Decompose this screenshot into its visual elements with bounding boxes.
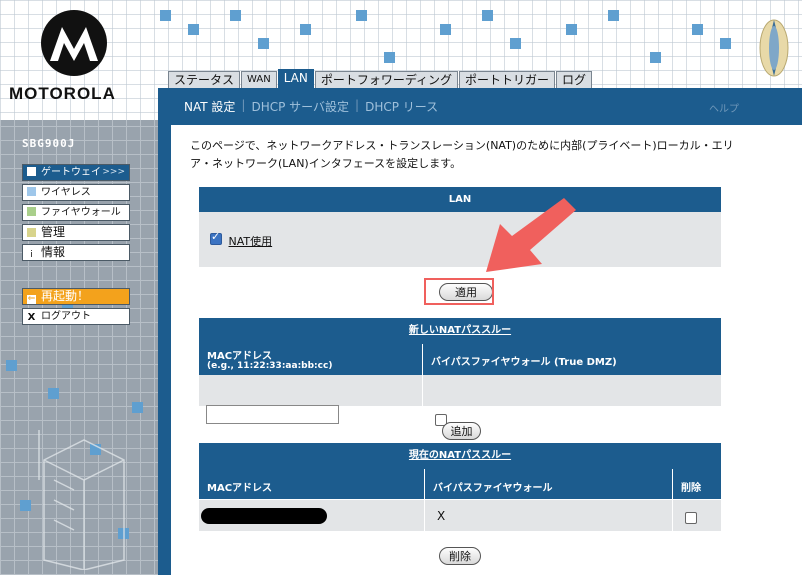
sidebar-item-label: 再起動！	[41, 289, 90, 303]
sidebar-item-firewall[interactable]: ファイヤウォール	[22, 204, 130, 221]
new-passthrough-section: 新しいNATパススルー MACアドレス (e.g., 11:22:33:aa:b…	[199, 318, 721, 426]
sidebar-item-info[interactable]: i 情報	[22, 244, 130, 261]
sidebar-item-label: 管理	[41, 225, 66, 239]
row-delete-checkbox[interactable]	[685, 512, 697, 524]
help-link[interactable]: ヘルプ	[709, 100, 739, 115]
subnav-separator: |	[241, 98, 246, 112]
annotation-arrow-icon	[486, 198, 576, 272]
mac-address-input[interactable]	[206, 405, 339, 424]
tab-status[interactable]: ステータス	[168, 71, 241, 88]
column-mac-address: MACアドレス	[207, 351, 273, 362]
sidebar-item-label: ワイヤレス	[41, 187, 91, 198]
square-icon	[27, 167, 36, 176]
square-icon	[27, 187, 36, 196]
sidebar-item-admin[interactable]: 管理	[22, 224, 130, 241]
sidebar-item-wireless[interactable]: ワイヤレス	[22, 184, 130, 201]
tab-lan[interactable]: LAN	[277, 69, 314, 88]
chevron-right-icon: >>>	[102, 167, 125, 177]
column-bypass-firewall: バイパスファイヤウォール (True DMZ)	[431, 357, 617, 368]
current-passthrough-header: 現在のNATパススルー	[408, 450, 512, 461]
x-icon: X	[27, 312, 36, 323]
subnav-dhcp-lease[interactable]: DHCP リース	[365, 98, 438, 115]
nat-label[interactable]: NAT使用	[229, 235, 273, 248]
square-icon	[27, 207, 36, 216]
redacted-mac-address	[201, 508, 327, 524]
sidebar-item-label: ゲートウェイ	[41, 167, 101, 178]
row-bypass-value: X	[437, 509, 446, 523]
column-mac-address: MACアドレス	[207, 483, 273, 494]
sidebar-item-label: ファイヤウォール	[41, 207, 121, 218]
subnav-separator: |	[355, 98, 360, 112]
lan-header: LAN	[199, 187, 721, 212]
info-icon: i	[27, 251, 36, 260]
column-delete: 削除	[681, 483, 701, 494]
emblem-icon	[754, 10, 794, 80]
sub-navigation: NAT 設定 | DHCP サーバ設定 | DHCP リース ヘルプ	[158, 88, 802, 118]
sidebar-item-gateway[interactable]: ゲートウェイ >>>	[22, 164, 130, 181]
column-mac-hint: (e.g., 11:22:33:aa:bb:cc)	[207, 361, 333, 371]
lan-body: NAT使用	[199, 212, 721, 267]
new-passthrough-header: 新しいNATパススルー	[408, 325, 512, 336]
column-bypass-firewall: バイパスファイヤウォール	[433, 483, 553, 494]
restart-icon: ⇐	[27, 294, 36, 304]
device-model: SBG900J	[22, 137, 76, 150]
sidebar-item-restart[interactable]: ⇐ 再起動！	[22, 288, 130, 305]
nat-checkbox[interactable]	[210, 230, 222, 245]
tab-wan[interactable]: WAN	[241, 71, 277, 88]
tab-port-forwarding[interactable]: ポートフォワーディング	[314, 71, 459, 88]
sidebar-item-label: ログアウト	[41, 311, 91, 322]
subnav-dhcp-server[interactable]: DHCP サーバ設定	[251, 98, 349, 115]
subnav-nat-settings[interactable]: NAT 設定	[184, 98, 235, 115]
tab-port-trigger[interactable]: ポートトリガー	[459, 71, 556, 88]
page-description: このページで、ネットワークアドレス・トランスレーション(NAT)のために内部(プ…	[190, 139, 734, 170]
sidebar-item-logout[interactable]: X ログアウト	[22, 308, 130, 325]
sidebar-item-label: 情報	[41, 245, 66, 259]
lan-section: LAN NAT使用	[199, 187, 721, 267]
motorola-logo-icon	[41, 10, 107, 76]
add-button[interactable]: 追加	[442, 422, 481, 440]
tab-log[interactable]: ログ	[556, 71, 593, 88]
brand-name: MOTOROLA	[9, 84, 116, 103]
main-tabs: ステータス WAN LAN ポートフォワーディング ポートトリガー ログ	[168, 69, 593, 88]
square-icon	[27, 228, 36, 237]
delete-button[interactable]: 削除	[439, 547, 481, 565]
modem-illustration	[34, 420, 130, 571]
